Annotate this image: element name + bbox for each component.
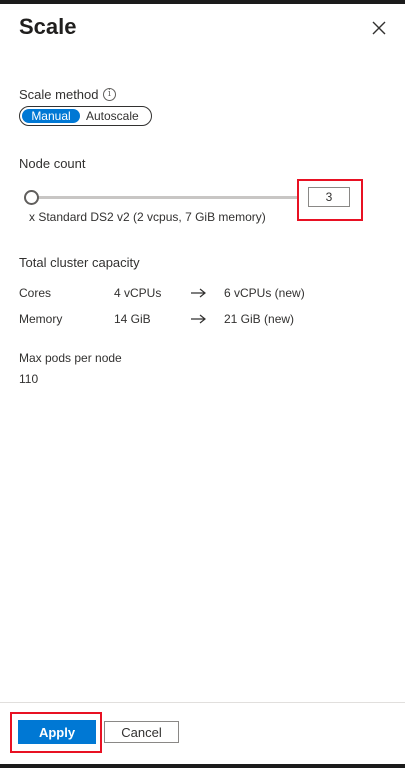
toggle-autoscale[interactable]: Autoscale	[80, 109, 139, 123]
arrow-right-icon	[191, 288, 206, 298]
scale-method-toggle[interactable]: Manual Autoscale	[19, 106, 152, 126]
bottom-edge	[0, 764, 405, 768]
close-icon[interactable]	[369, 18, 389, 38]
node-count-label: Node count	[19, 156, 86, 171]
max-pods-value: 110	[19, 372, 39, 386]
node-count-highlight	[297, 179, 363, 221]
info-icon[interactable]: i	[103, 88, 116, 101]
footer-divider	[0, 702, 405, 703]
node-count-slider-track[interactable]	[36, 196, 298, 199]
capacity-row-new: 21 GiB (new)	[224, 312, 295, 326]
top-edge	[0, 0, 405, 4]
capacity-row-name: Cores	[19, 286, 52, 300]
max-pods-label: Max pods per node	[19, 351, 122, 365]
arrow-right-icon	[191, 314, 206, 324]
capacity-row-current: 4 vCPUs	[114, 286, 162, 300]
capacity-row-name: Memory	[19, 312, 63, 326]
capacity-row-new: 6 vCPUs (new)	[224, 286, 305, 300]
node-count-slider-thumb[interactable]	[24, 190, 39, 205]
cancel-button[interactable]: Cancel	[104, 721, 179, 743]
capacity-row-current: 14 GiB	[114, 312, 151, 326]
apply-highlight	[10, 712, 102, 753]
page-title: Scale	[19, 14, 77, 39]
scale-method-label: Scale method	[19, 87, 99, 102]
vm-size-text: x Standard DS2 v2 (2 vcpus, 7 GiB memory…	[29, 210, 266, 224]
toggle-manual[interactable]: Manual	[22, 109, 80, 123]
capacity-title: Total cluster capacity	[19, 255, 140, 270]
